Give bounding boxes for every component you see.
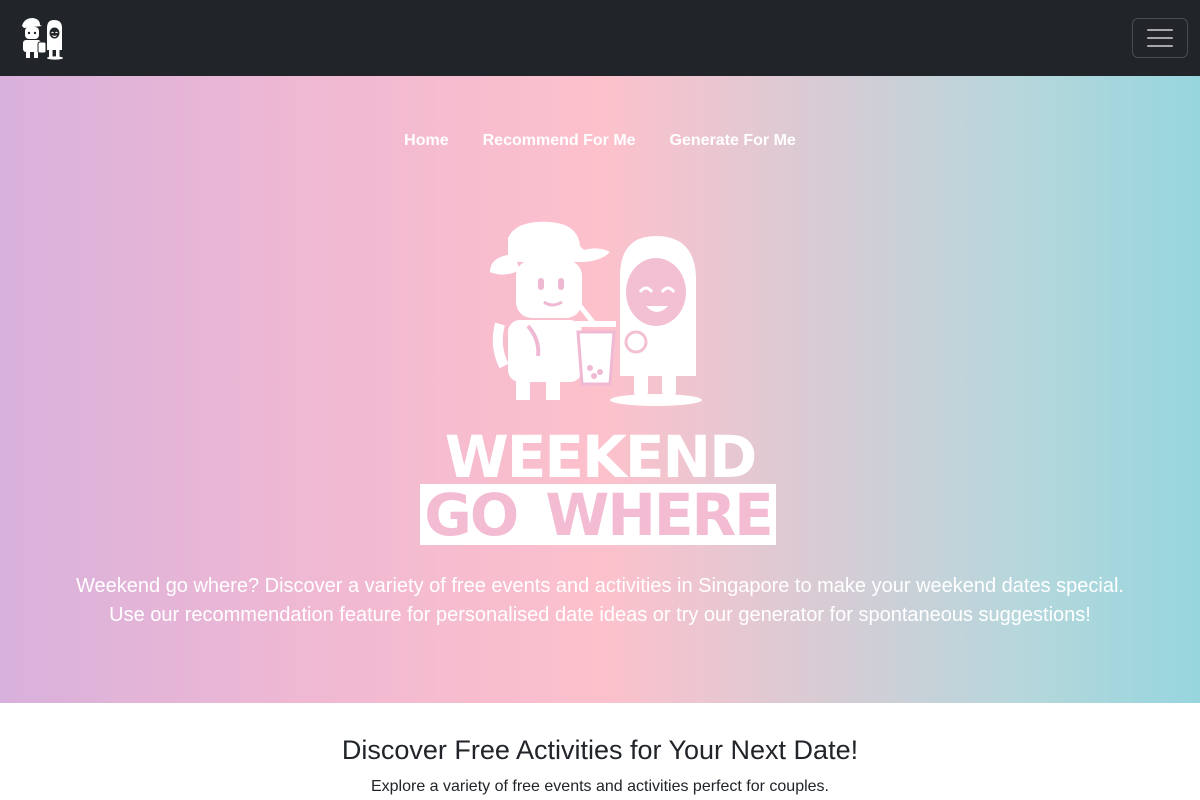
top-navbar <box>0 0 1200 76</box>
hamburger-menu-icon <box>1147 29 1173 47</box>
wordmark-box: GO WHERE <box>420 484 776 545</box>
hero-nav: Home Recommend For Me Generate For Me <box>0 132 1200 150</box>
section-subtitle: Explore a variety of free events and act… <box>370 778 829 795</box>
nav-link-home[interactable]: Home <box>404 132 448 150</box>
hero-description: Weekend go where? Discover a variety of … <box>76 575 1124 626</box>
weekend-go-where-logo: WEEKEND GO WHERE <box>420 428 780 546</box>
navbar-toggler-button[interactable] <box>1132 18 1188 58</box>
wordmark-line-2: GO WHERE <box>424 481 774 549</box>
couple-illustration <box>490 221 702 406</box>
wordmark-line-1: WEEKEND <box>444 423 757 491</box>
section-title: Discover Free Activities for Your Next D… <box>341 735 859 765</box>
hero-section: Home Recommend For Me Generate For Me WE… <box>0 76 1200 703</box>
brand-logo-icon[interactable] <box>16 14 68 60</box>
nav-link-recommend[interactable]: Recommend For Me <box>483 132 636 150</box>
nav-link-generate[interactable]: Generate For Me <box>670 132 796 150</box>
